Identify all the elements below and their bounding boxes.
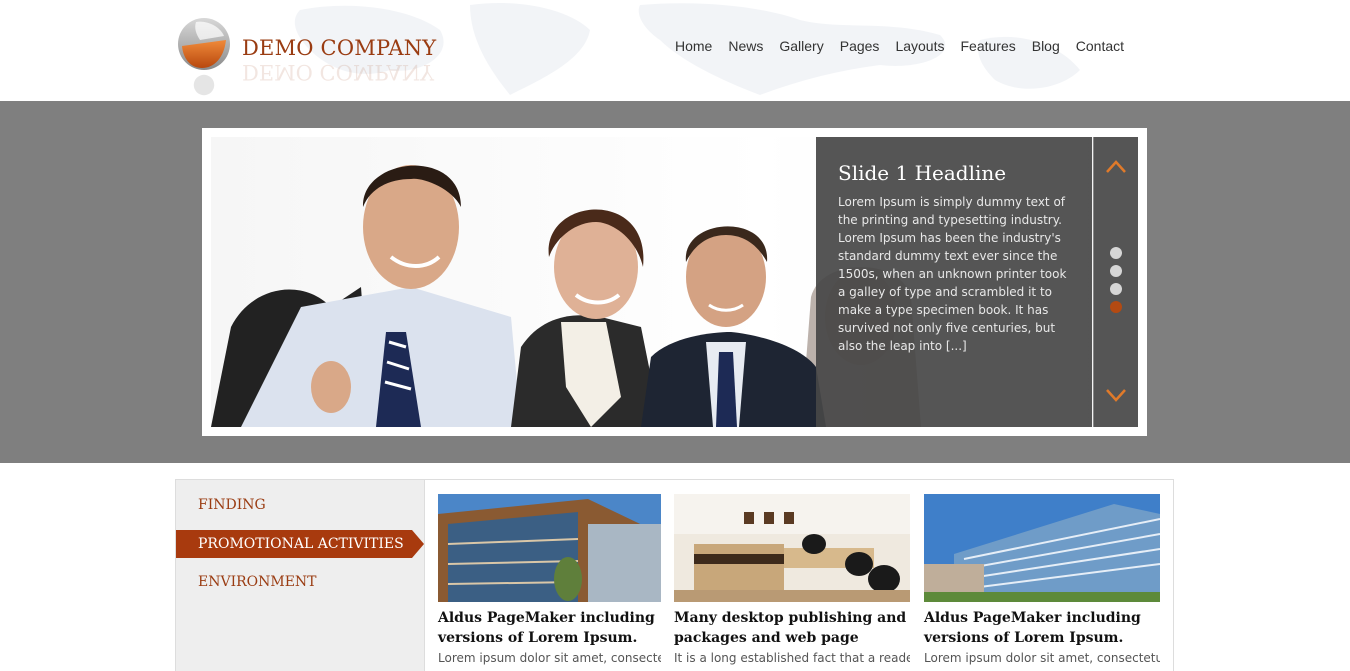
slide-headline: Slide 1 Headline xyxy=(838,161,1007,185)
article-title: Many desktop publishing and packages and… xyxy=(674,608,910,648)
slide-pagination xyxy=(1110,247,1122,313)
article-title-line: packages and web page xyxy=(674,630,859,646)
nav-blog[interactable]: Blog xyxy=(1024,38,1068,54)
nav-contact[interactable]: Contact xyxy=(1068,38,1132,54)
slider-controls xyxy=(1093,137,1138,427)
nav-layouts[interactable]: Layouts xyxy=(887,38,952,54)
slider-band: Slide 1 Headline Lorem Ipsum is simply d… xyxy=(0,101,1350,463)
sidebar-item-promotional-activities[interactable]: PROMOTIONAL ACTIVITIES xyxy=(176,530,424,558)
article-card[interactable]: Many desktop publishing and packages and… xyxy=(674,494,910,667)
sidebar-item-finding[interactable]: FINDING xyxy=(176,491,425,519)
slide-body: Lorem Ipsum is simply dummy text of the … xyxy=(838,195,1067,353)
sidebar-item-environment[interactable]: ENVIRONMENT xyxy=(176,568,425,596)
nav-gallery[interactable]: Gallery xyxy=(771,38,831,54)
article-title: Aldus PageMaker including versions of Lo… xyxy=(438,608,661,648)
chevron-up-icon[interactable] xyxy=(1106,159,1126,173)
article-title-line: Many desktop publishing and xyxy=(674,610,907,626)
nav-home[interactable]: Home xyxy=(667,38,720,54)
logo-icon xyxy=(178,18,230,70)
building-photo xyxy=(438,494,661,602)
nav-news[interactable]: News xyxy=(720,38,771,54)
article-card[interactable]: Aldus PageMaker including versions of Lo… xyxy=(438,494,661,667)
article-card[interactable]: Aldus PageMaker including versions of Lo… xyxy=(924,494,1160,667)
site-header: DEMO COMPANY DEMO COMPANY Home News Gall… xyxy=(0,0,1350,101)
company-name: DEMO COMPANY xyxy=(242,36,437,60)
article-title-line: Aldus PageMaker including xyxy=(438,610,655,626)
slide-dot-1[interactable] xyxy=(1110,247,1122,259)
nav-pages[interactable]: Pages xyxy=(832,38,888,54)
company-name-reflection: DEMO COMPANY xyxy=(242,60,434,84)
office-interior-photo xyxy=(674,494,910,602)
slide-caption: Slide 1 Headline Lorem Ipsum is simply d… xyxy=(816,137,1092,427)
article-excerpt: It is a long established fact that a rea… xyxy=(674,651,910,665)
office-building-photo xyxy=(924,494,1160,602)
site-logo[interactable]: DEMO COMPANY DEMO COMPANY xyxy=(176,14,437,96)
content-area: FINDING PROMOTIONAL ACTIVITIES ENVIRONME… xyxy=(175,479,1174,671)
article-title-line: Aldus PageMaker including xyxy=(924,610,1141,626)
article-title-line: versions of Lorem Ipsum. xyxy=(438,630,638,646)
slide-dot-2[interactable] xyxy=(1110,265,1122,277)
slide-dot-3[interactable] xyxy=(1110,283,1122,295)
category-sidebar: FINDING PROMOTIONAL ACTIVITIES ENVIRONME… xyxy=(176,480,425,671)
main-nav: Home News Gallery Pages Layouts Features… xyxy=(667,38,1132,54)
nav-features[interactable]: Features xyxy=(952,38,1023,54)
article-title: Aldus PageMaker including versions of Lo… xyxy=(924,608,1160,648)
slider-frame: Slide 1 Headline Lorem Ipsum is simply d… xyxy=(202,128,1147,436)
article-excerpt: Lorem ipsum dolor sit amet, consectetur xyxy=(438,651,661,665)
article-excerpt: Lorem ipsum dolor sit amet, consectetur xyxy=(924,651,1160,665)
chevron-down-icon[interactable] xyxy=(1106,389,1126,403)
logo-reflection xyxy=(193,74,215,96)
slide-dot-4[interactable] xyxy=(1110,301,1122,313)
article-title-line: versions of Lorem Ipsum. xyxy=(924,630,1124,646)
